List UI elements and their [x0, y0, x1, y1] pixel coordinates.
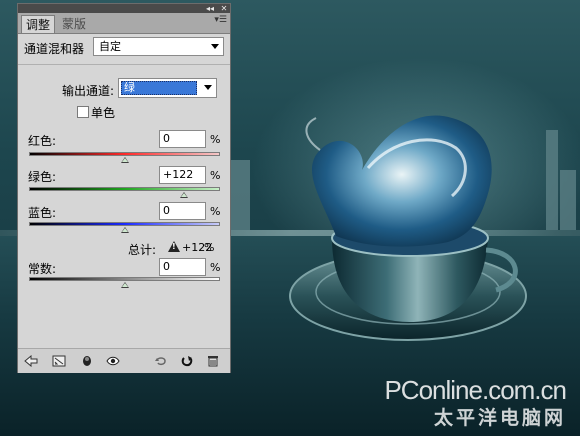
trash-icon[interactable] [206, 355, 220, 367]
green-slider-thumb[interactable] [179, 192, 188, 198]
blue-slider-track[interactable] [29, 222, 220, 226]
total-label: 总计: [128, 243, 157, 257]
adjustments-panel: ◂◂ ✕ 调整 蒙版 ▾☰ 通道混和器 自定 输出通道: 绿 单色 红色: 0 … [17, 3, 231, 373]
close-icon[interactable]: ✕ [218, 4, 230, 13]
reset-icon[interactable] [180, 355, 194, 367]
panel-bottom-toolbar [18, 348, 230, 373]
chevron-down-icon [204, 85, 212, 90]
blue-label: 蓝色: [28, 206, 57, 220]
fit-screen-icon[interactable] [52, 355, 66, 367]
red-unit: % [210, 133, 221, 146]
collapse-icon[interactable]: ◂◂ [204, 4, 216, 13]
green-slider-track[interactable] [29, 187, 220, 191]
blue-value-input[interactable]: 0 [159, 202, 206, 220]
panel-title-bar[interactable]: ◂◂ ✕ [18, 4, 230, 13]
adjustment-title: 通道混和器 [24, 42, 85, 56]
output-channel-select[interactable]: 绿 [118, 78, 217, 98]
red-slider-thumb[interactable] [120, 157, 129, 163]
constant-slider-track[interactable] [29, 277, 220, 281]
output-channel-label: 输出通道: [62, 84, 115, 98]
watermark-brand-cn: 太平洋电脑网 [433, 407, 566, 429]
preset-select[interactable]: 自定 [93, 37, 224, 56]
constant-value-input[interactable]: 0 [159, 258, 206, 276]
green-value-input[interactable]: +122 [159, 166, 206, 184]
tab-adjustments[interactable]: 调整 [21, 15, 56, 33]
constant-slider-thumb[interactable] [120, 282, 129, 288]
blue-slider-thumb[interactable] [120, 227, 129, 233]
back-arrow-icon[interactable] [24, 355, 38, 367]
constant-label: 常数: [28, 262, 57, 276]
monochrome-checkbox[interactable] [77, 106, 89, 118]
panel-menu-icon[interactable]: ▾☰ [214, 15, 227, 25]
clip-layer-icon[interactable] [80, 355, 94, 367]
preset-value: 自定 [99, 40, 121, 53]
warning-icon [168, 241, 180, 252]
tab-masks[interactable]: 蒙版 [58, 15, 90, 33]
wave [305, 115, 492, 247]
green-unit: % [210, 169, 221, 182]
green-label: 绿色: [28, 170, 57, 184]
total-unit: % [204, 241, 215, 254]
red-label: 红色: [28, 134, 57, 148]
previous-state-icon[interactable] [154, 355, 168, 367]
output-channel-value: 绿 [121, 81, 197, 95]
constant-unit: % [210, 261, 221, 274]
red-slider-track[interactable] [29, 152, 220, 156]
panel-tab-strip: 调整 蒙版 ▾☰ [18, 13, 230, 34]
visibility-eye-icon[interactable] [106, 355, 120, 367]
red-value-input[interactable]: 0 [159, 130, 206, 148]
watermark-brand: PConline.com.cn [384, 375, 567, 405]
divider [18, 64, 230, 65]
chevron-down-icon [211, 44, 219, 49]
monochrome-label: 单色 [91, 106, 116, 120]
blue-unit: % [210, 205, 221, 218]
